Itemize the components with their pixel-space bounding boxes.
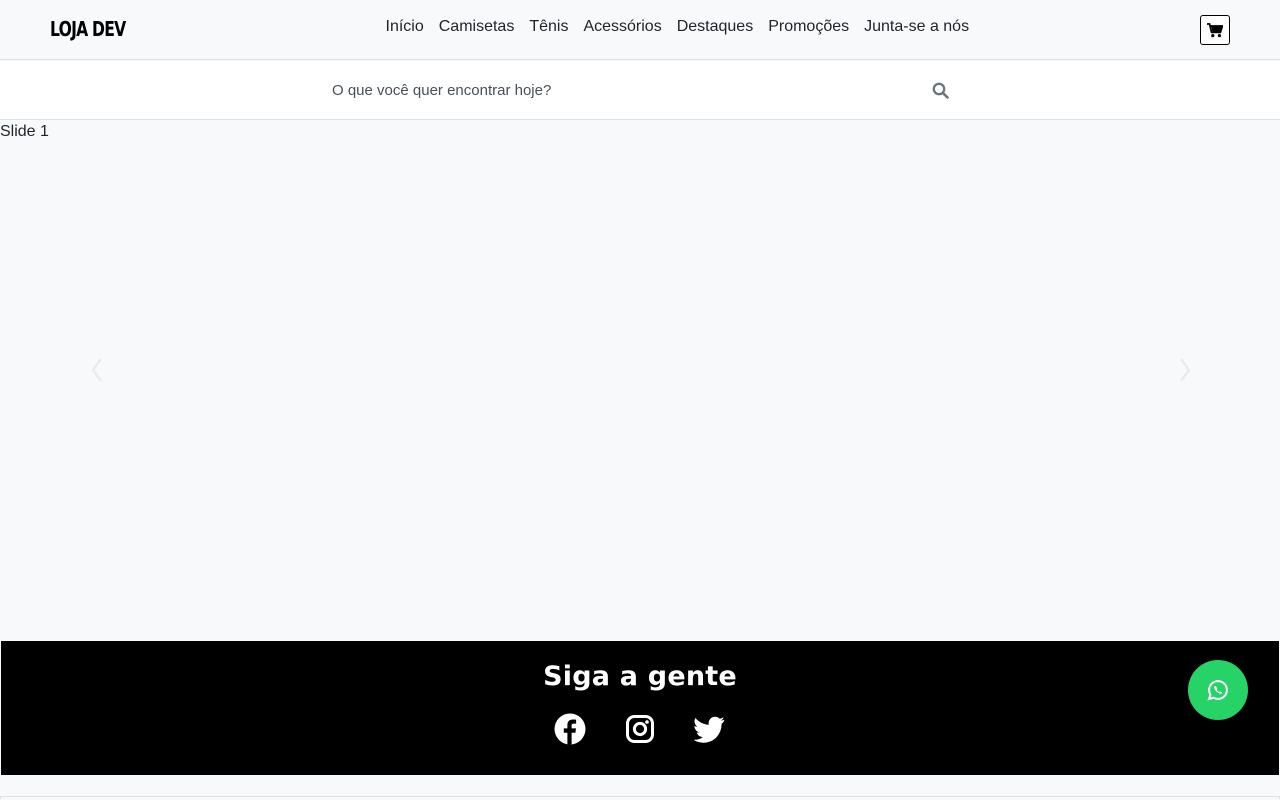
twitter-icon: [693, 716, 725, 743]
slide-image: Slide 1: [0, 123, 49, 141]
search-icon: [932, 82, 949, 99]
search-button[interactable]: [926, 77, 954, 103]
nav-link-destaques[interactable]: Destaques: [669, 17, 761, 37]
carousel-next-button[interactable]: [1170, 352, 1200, 388]
social-title: Siga a gente: [543, 661, 737, 692]
hero-carousel: Slide 1: [0, 120, 1280, 640]
nav-link-promocoes[interactable]: Promoções: [761, 17, 857, 37]
brand-logo[interactable]: LOJA DEV: [50, 17, 126, 41]
facebook-link[interactable]: [554, 711, 586, 747]
instagram-icon: [626, 715, 654, 743]
twitter-link[interactable]: [693, 711, 726, 747]
nav-link-junta-se[interactable]: Junta-se a nós: [857, 17, 977, 37]
top-navbar: LOJA DEV Início Camisetas Tênis Acessóri…: [0, 0, 1280, 60]
social-section: Siga a gente: [1, 641, 1279, 775]
footer: [0, 775, 1280, 800]
nav-link-inicio[interactable]: Início: [378, 17, 431, 37]
slide-alt-text: Slide 1: [0, 123, 49, 140]
carousel-prev-button[interactable]: [82, 352, 112, 388]
main-nav: Início Camisetas Tênis Acessórios Destaq…: [378, 17, 977, 37]
chevron-right-icon: [1179, 358, 1191, 382]
nav-link-acessorios[interactable]: Acessórios: [576, 17, 669, 37]
social-links: [1, 711, 1279, 747]
whatsapp-icon: [1207, 680, 1228, 701]
nav-link-tenis[interactable]: Tênis: [522, 17, 576, 37]
whatsapp-button[interactable]: [1188, 660, 1248, 720]
cart-button[interactable]: [1200, 15, 1230, 45]
search-input[interactable]: [320, 71, 920, 109]
search-bar: [0, 61, 1280, 120]
chevron-left-icon: [91, 358, 103, 382]
shopping-cart-icon: [1207, 22, 1223, 37]
footer-divider: [0, 796, 1280, 799]
instagram-link[interactable]: [624, 711, 656, 747]
facebook-icon: [554, 713, 586, 745]
nav-link-camisetas[interactable]: Camisetas: [431, 17, 522, 37]
